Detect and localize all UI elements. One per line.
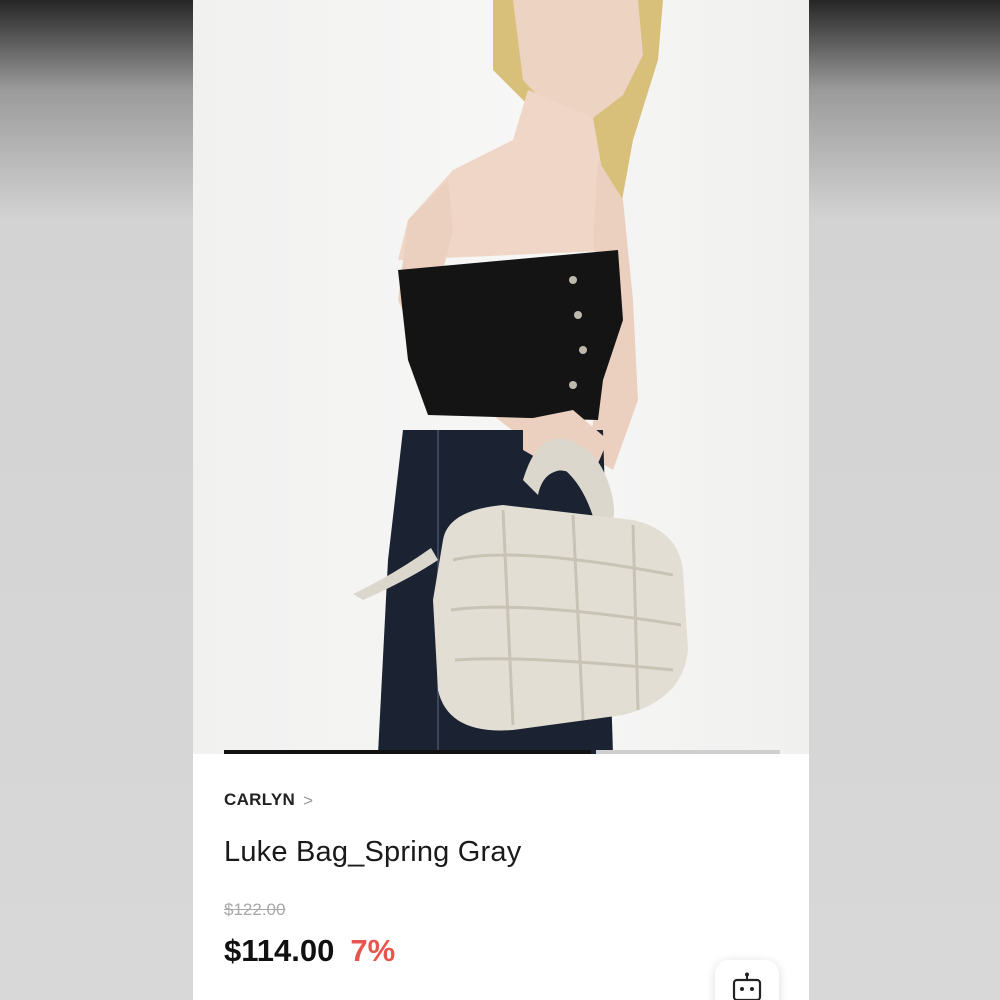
chatbot-icon [732, 972, 762, 1000]
gallery-progress-active [224, 750, 591, 754]
background-blur-left [0, 0, 193, 1000]
product-photo[interactable] [193, 0, 809, 754]
background-blur-right [809, 0, 1000, 1000]
gallery-progress [224, 750, 780, 754]
original-price: $122.00 [224, 900, 286, 919]
sale-price: $114.00 [224, 933, 335, 968]
discount-badge: 7% [350, 933, 396, 968]
brand-link[interactable]: CARLYN > [224, 790, 313, 810]
product-photo-illustration [353, 0, 688, 754]
chevron-right-icon: > [303, 790, 314, 810]
brand-name: CARLYN [224, 790, 296, 809]
price-row: $114.00 7% [224, 933, 395, 969]
chatbot-button[interactable] [715, 960, 779, 1000]
gallery-progress-track [596, 750, 780, 754]
product-detail-screen: CARLYN > Luke Bag_Spring Gray $122.00 $1… [193, 0, 809, 1000]
product-title: Luke Bag_Spring Gray [224, 836, 522, 868]
